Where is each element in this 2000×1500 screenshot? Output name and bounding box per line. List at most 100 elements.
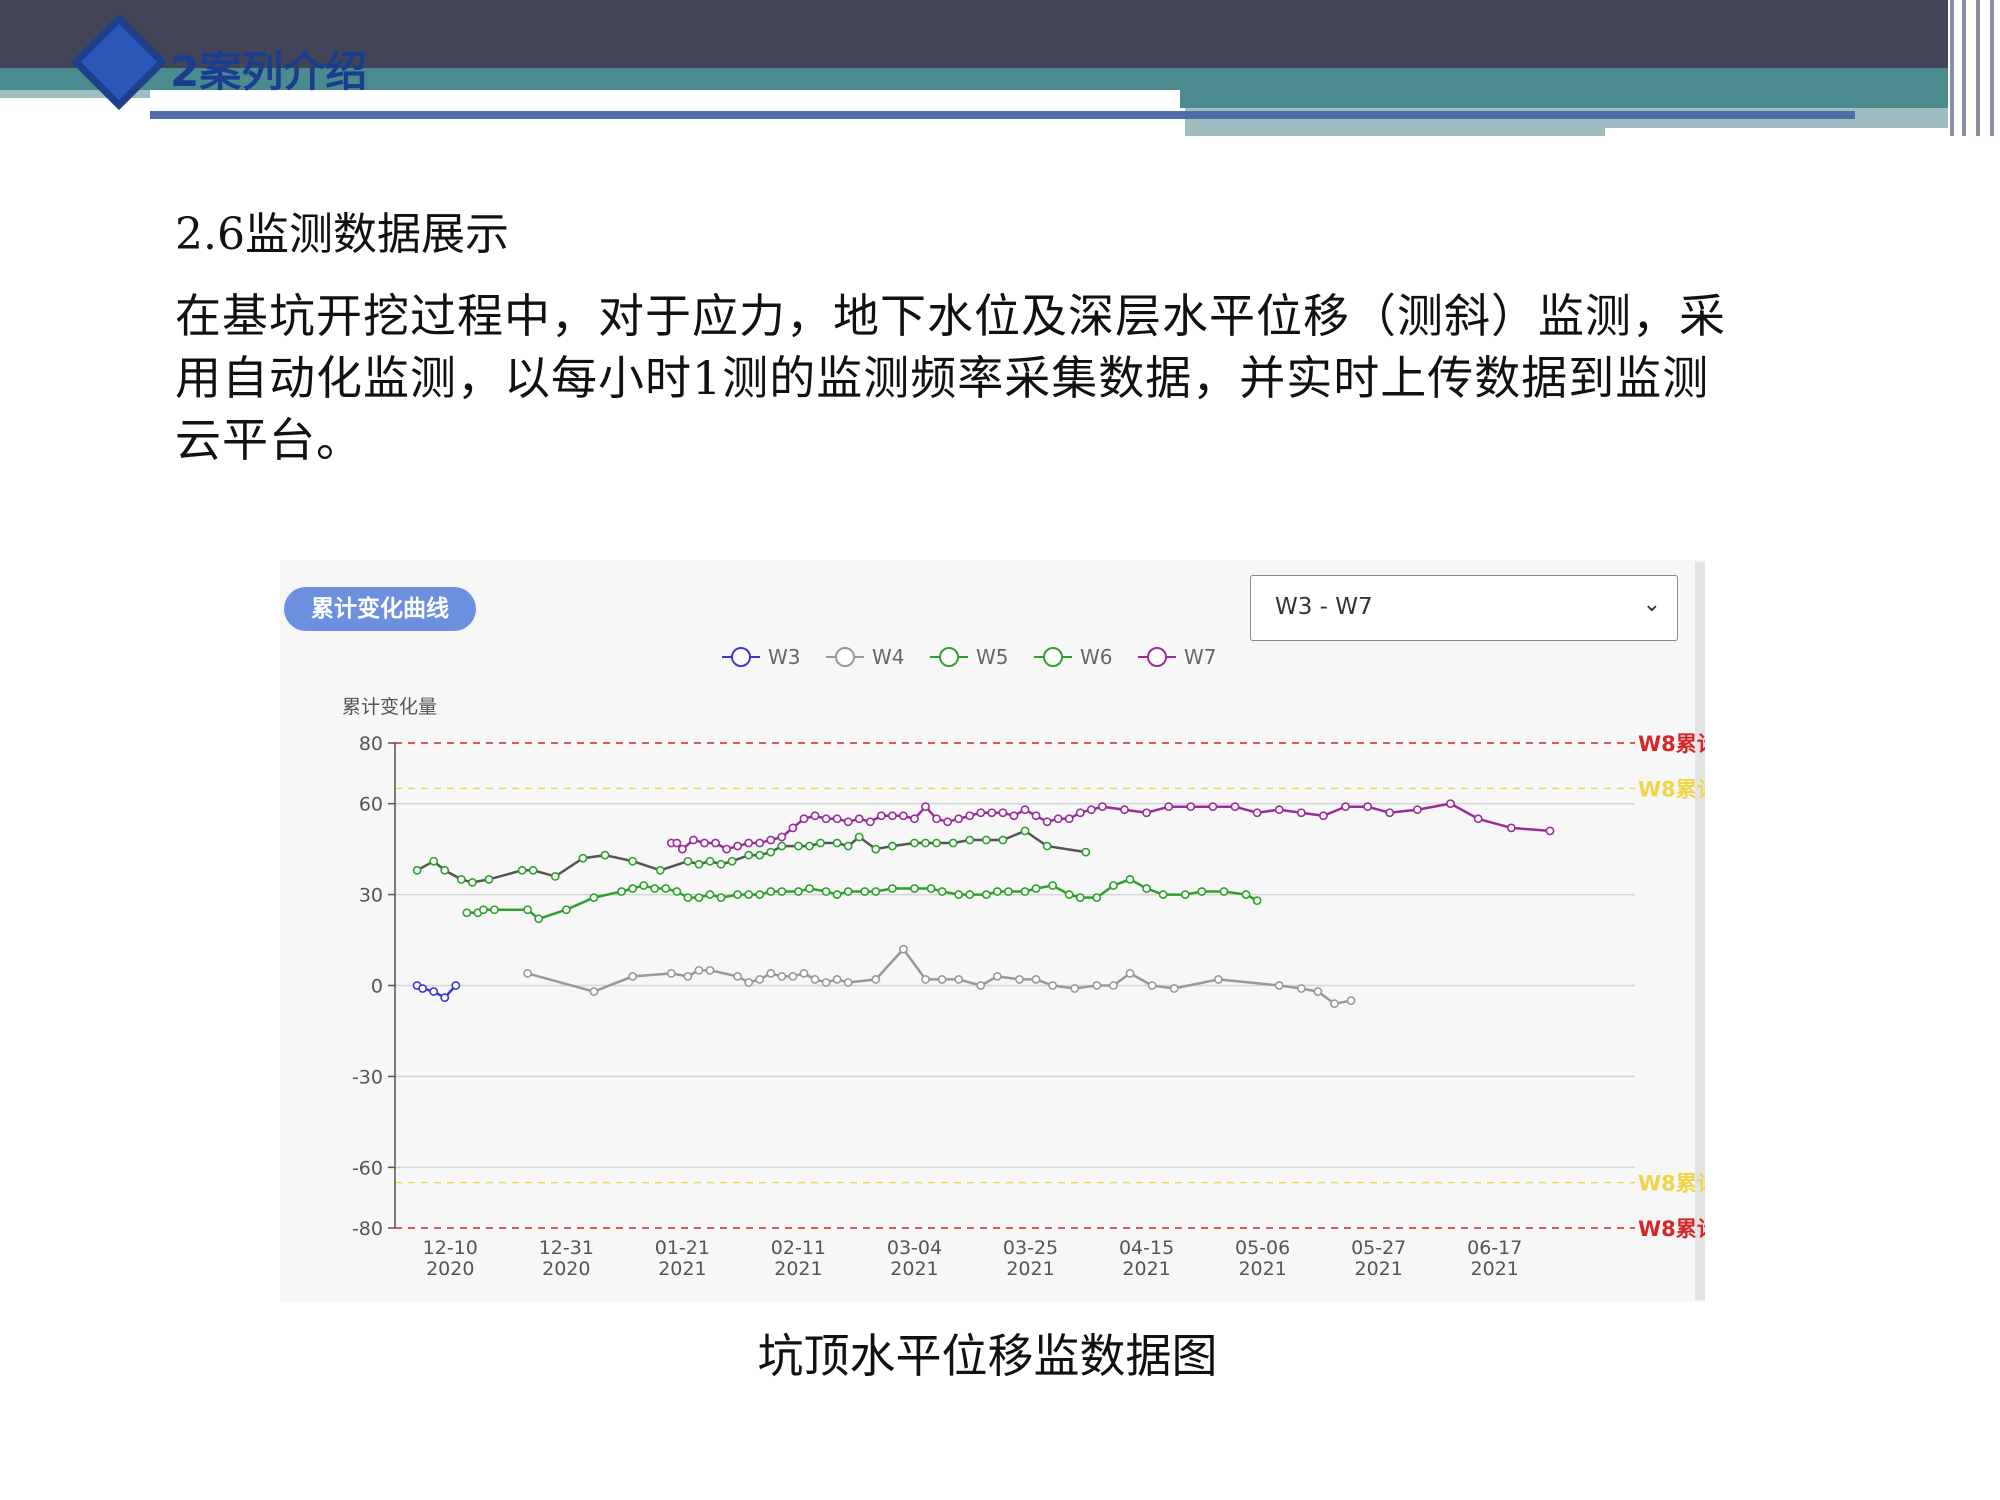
data-point	[479, 905, 488, 915]
data-point	[1053, 814, 1063, 824]
x-tick-label: 01-21	[655, 1237, 710, 1259]
data-point	[865, 817, 875, 827]
data-point	[1031, 975, 1041, 984]
data-point	[628, 972, 638, 981]
data-point	[805, 884, 814, 893]
legend: W3 W4 W5 W6 W7	[722, 645, 1217, 669]
data-point	[843, 887, 853, 896]
x-tick-label: 12-31	[539, 1237, 594, 1259]
data-point	[429, 987, 439, 996]
data-point	[1020, 805, 1030, 815]
data-point	[1048, 981, 1058, 990]
data-point	[794, 887, 803, 896]
data-point	[722, 844, 731, 854]
paragraph-line: 在基坑开挖过程中，对于应力，地下水位及深层水平位移（测斜）监测，采	[175, 289, 1726, 343]
legend-item-w3[interactable]: W3	[722, 645, 801, 669]
subtitle: 2.6监测数据展示	[175, 209, 509, 260]
data-point	[921, 802, 930, 812]
legend-item-w6[interactable]: W6	[1034, 645, 1113, 669]
data-point	[981, 890, 991, 899]
paragraph-line: 云平台。	[175, 413, 363, 467]
data-point	[1048, 881, 1058, 890]
data-point	[766, 968, 776, 978]
data-point	[534, 914, 544, 924]
data-point	[766, 887, 776, 896]
data-point	[716, 859, 726, 869]
data-point	[694, 893, 704, 902]
data-point	[1506, 823, 1516, 833]
section-title: 2案列介绍	[170, 47, 368, 96]
x-tick-label: 02-11	[771, 1237, 826, 1259]
data-point	[655, 865, 665, 875]
series-line-w5	[466, 878, 1258, 921]
paragraph-line: 用自动化监测，以每小时1测的监测频率采集数据，并实时上传数据到监测	[175, 351, 1710, 405]
data-point	[1081, 847, 1091, 857]
data-point	[1341, 802, 1350, 812]
data-point	[1125, 875, 1135, 884]
data-point	[794, 841, 803, 851]
data-point	[1042, 841, 1052, 851]
legend-marker	[1147, 647, 1167, 667]
data-point	[1015, 975, 1024, 984]
data-point	[1385, 808, 1395, 818]
data-point	[617, 887, 626, 896]
data-point	[954, 890, 964, 899]
data-point	[744, 890, 754, 899]
data-point	[965, 811, 975, 821]
data-point	[1020, 826, 1030, 836]
data-point	[462, 908, 472, 918]
data-point	[755, 890, 765, 899]
data-point	[711, 838, 720, 848]
data-point	[871, 887, 881, 896]
data-point	[965, 835, 975, 845]
data-point	[733, 841, 743, 851]
data-point	[1147, 981, 1157, 990]
data-point	[932, 814, 941, 824]
data-point	[705, 856, 715, 866]
data-point	[1219, 887, 1229, 896]
data-point	[1346, 996, 1356, 1006]
x-tick-year: 2020	[542, 1258, 590, 1280]
data-point	[1230, 802, 1240, 812]
data-point	[981, 835, 991, 845]
data-point	[1070, 984, 1080, 993]
data-point	[1296, 808, 1306, 818]
data-point	[528, 865, 538, 875]
data-point	[777, 972, 787, 981]
legend-label: W4	[872, 645, 905, 669]
legend-item-w7[interactable]: W7	[1138, 645, 1217, 669]
data-point	[1004, 887, 1013, 896]
data-point	[921, 975, 930, 984]
data-point	[467, 878, 477, 887]
body-paragraph: 在基坑开挖过程中，对于应力，地下水位及深层水平位移（测斜）监测，采 用自动化监测…	[175, 285, 1875, 471]
data-point	[672, 887, 682, 896]
line-chart: W8累计控制值 W8累计预警值 W8累计预警值 W8累计控制值 80 60 30 0 -30 -…	[352, 645, 1705, 1280]
legend-item-w4[interactable]: W4	[826, 645, 905, 669]
data-point	[998, 808, 1008, 818]
diamond-logo-icon	[70, 13, 170, 113]
data-point	[832, 890, 842, 899]
data-point	[937, 887, 947, 896]
data-point	[744, 838, 754, 848]
data-point	[1092, 893, 1102, 902]
data-point	[799, 968, 809, 978]
data-point	[788, 823, 798, 833]
data-point	[965, 890, 975, 899]
data-point	[733, 890, 743, 899]
data-point	[672, 838, 682, 848]
data-point	[705, 890, 715, 899]
legend-item-w5[interactable]: W5	[930, 645, 1009, 669]
data-point	[661, 884, 671, 893]
data-point	[429, 856, 439, 866]
data-point	[1120, 805, 1129, 815]
data-point	[677, 844, 687, 854]
data-point	[810, 811, 820, 821]
data-point	[1296, 984, 1306, 993]
data-point	[440, 865, 450, 875]
data-point	[1274, 981, 1284, 990]
data-point	[412, 865, 422, 875]
data-point	[1042, 817, 1052, 827]
data-point	[1412, 805, 1422, 815]
data-point	[1274, 805, 1284, 815]
threshold-label: W8累计预警值	[1638, 1172, 1705, 1196]
